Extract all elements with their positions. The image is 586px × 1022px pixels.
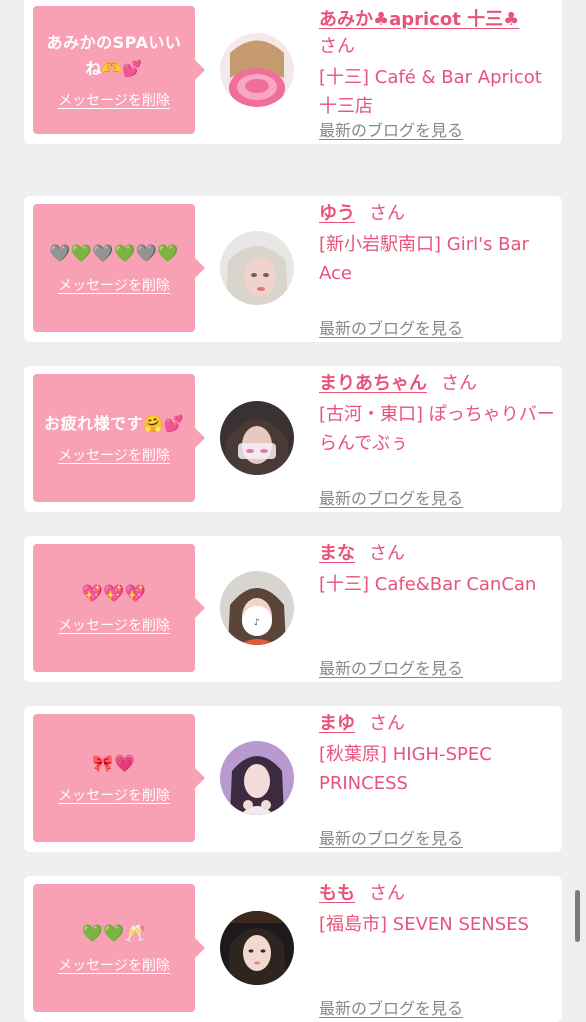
shop-name: [十三] Cafe&Bar CanCan xyxy=(319,574,537,595)
sender-info: まゆ さん [秋葉原] HIGH-SPEC PRINCESS 最新のブログを見る xyxy=(319,706,557,848)
message-text: あみかのSPAいいね🫶💕 xyxy=(46,33,182,78)
sender-line: ゆう さん xyxy=(319,200,557,227)
message-card: あみかのSPAいいね🫶💕 メッセージを削除 あみか♣apricot 十三♣ さん… xyxy=(24,0,562,144)
avatar[interactable]: ♪ xyxy=(220,571,294,645)
avatar[interactable] xyxy=(220,741,294,815)
latest-blog-link[interactable]: 最新のブログを見る xyxy=(319,655,463,679)
honorific: さん xyxy=(369,203,405,224)
message-card: お疲れ様です🤗💕 メッセージを削除 まりあちゃん さん [古河・東口] ぽっちゃり… xyxy=(24,366,562,512)
message-bubble: 🩶💚🩶💚🩶💚 メッセージを削除 xyxy=(33,204,205,332)
sender-name-link[interactable]: まりあちゃん xyxy=(319,373,427,394)
delete-message-link[interactable]: メッセージを削除 xyxy=(58,955,170,975)
sender-line: もも さん xyxy=(319,880,557,907)
scrollbar[interactable] xyxy=(575,890,580,942)
sender-name-link[interactable]: ゆう xyxy=(319,203,355,224)
message-card: 🎀💗 メッセージを削除 まゆ さん [秋葉原] HIGH-SPEC PRINCES… xyxy=(24,706,562,852)
sender-info: もも さん [福島市] SEVEN SENSES 最新のブログを見る xyxy=(319,876,557,1018)
sender-info: まな さん [十三] Cafe&Bar CanCan 最新のブログを見る xyxy=(319,536,557,678)
message-bubble: 💖💖💖 メッセージを削除 xyxy=(33,544,205,672)
delete-message-link[interactable]: メッセージを削除 xyxy=(58,445,170,465)
latest-blog-link[interactable]: 最新のブログを見る xyxy=(319,315,463,339)
latest-blog-link[interactable]: 最新のブログを見る xyxy=(319,485,463,509)
message-card: 💚💚🥂 メッセージを削除 もも さん [福島市] SEVEN SENSES 最新の… xyxy=(24,876,562,1022)
latest-blog-link[interactable]: 最新のブログを見る xyxy=(319,995,463,1019)
avatar[interactable] xyxy=(220,911,294,985)
sender-info: ゆう さん [新小岩駅南口] Girl's Bar Ace 最新のブログを見る xyxy=(319,196,557,338)
message-bubble: 💚💚🥂 メッセージを削除 xyxy=(33,884,205,1012)
delete-message-link[interactable]: メッセージを削除 xyxy=(58,615,170,635)
sender-line: まゆ さん xyxy=(319,710,557,737)
honorific: さん xyxy=(441,373,477,394)
sender-name-link[interactable]: まな xyxy=(319,543,355,564)
sender-name-link[interactable]: あみか♣apricot 十三♣ xyxy=(319,9,519,30)
delete-message-link[interactable]: メッセージを削除 xyxy=(58,275,170,295)
sender-line: まりあちゃん さん xyxy=(319,370,557,397)
svg-text:♪: ♪ xyxy=(254,618,260,628)
latest-blog-link[interactable]: 最新のブログを見る xyxy=(319,117,463,141)
message-text: 💖💖💖 xyxy=(81,584,147,604)
message-card: 🩶💚🩶💚🩶💚 メッセージを削除 ゆう さん [新小岩駅南口] Girl's Bar… xyxy=(24,196,562,342)
message-bubble: 🎀💗 メッセージを削除 xyxy=(33,714,205,842)
sender-line: まな さん xyxy=(319,540,557,567)
message-text: 🩶💚🩶💚🩶💚 xyxy=(48,244,179,264)
avatar[interactable] xyxy=(220,33,294,107)
avatar[interactable] xyxy=(220,401,294,475)
latest-blog-link[interactable]: 最新のブログを見る xyxy=(319,825,463,849)
sender-name-link[interactable]: まゆ xyxy=(319,713,355,734)
message-text: 💚💚🥂 xyxy=(81,924,147,944)
shop-name: [福島市] SEVEN SENSES xyxy=(319,914,529,935)
message-bubble: あみかのSPAいいね🫶💕 メッセージを削除 xyxy=(33,6,205,134)
shop-name: [新小岩駅南口] Girl's Bar Ace xyxy=(319,234,529,284)
sender-name-link[interactable]: もも xyxy=(319,883,355,904)
honorific: さん xyxy=(369,883,405,904)
sender-line: あみか♣apricot 十三♣ さん xyxy=(319,6,557,60)
honorific: さん xyxy=(319,36,355,57)
message-text: 🎀💗 xyxy=(92,754,136,774)
shop-name: [十三] Café & Bar Apricot 十三店 xyxy=(319,67,542,117)
delete-message-link[interactable]: メッセージを削除 xyxy=(58,785,170,805)
sender-info: まりあちゃん さん [古河・東口] ぽっちゃりバー らんでぶぅ 最新のブログを見る xyxy=(319,366,557,508)
honorific: さん xyxy=(369,713,405,734)
message-text: お疲れ様です🤗💕 xyxy=(44,414,184,433)
avatar[interactable] xyxy=(220,231,294,305)
sender-info: あみか♣apricot 十三♣ さん [十三] Café & Bar Apric… xyxy=(319,0,557,140)
delete-message-link[interactable]: メッセージを削除 xyxy=(58,90,170,110)
shop-name: [古河・東口] ぽっちゃりバー らんでぶぅ xyxy=(319,404,555,454)
message-bubble: お疲れ様です🤗💕 メッセージを削除 xyxy=(33,374,205,502)
message-card: 💖💖💖 メッセージを削除 ♪ まな さん [十三] Cafe&Bar CanCan… xyxy=(24,536,562,682)
shop-name: [秋葉原] HIGH-SPEC PRINCESS xyxy=(319,744,492,794)
honorific: さん xyxy=(369,543,405,564)
